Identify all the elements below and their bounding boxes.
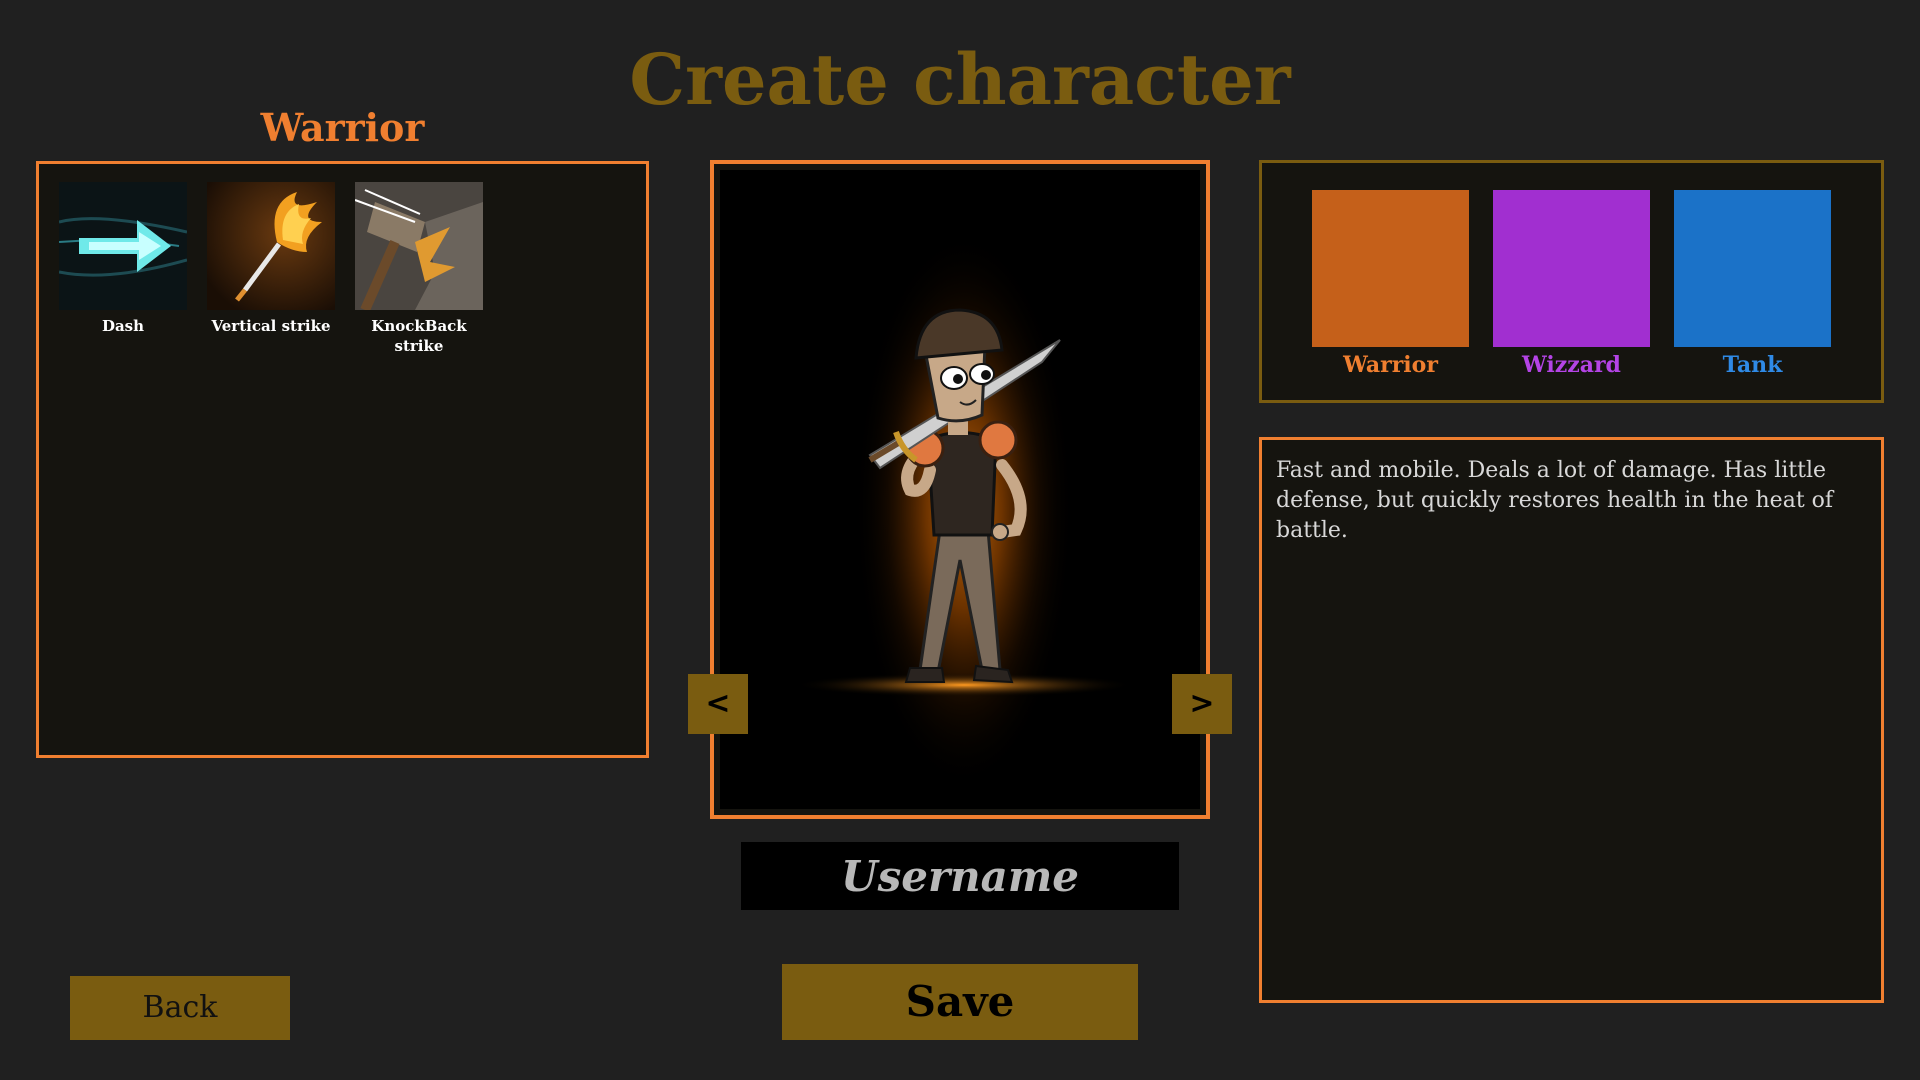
vertical-strike-icon <box>207 182 335 310</box>
class-option-wizzard[interactable]: Wizzard <box>1493 190 1650 379</box>
class-select-panel: Warrior Wizzard Tank <box>1259 160 1884 403</box>
skills-panel: Dash Vertical strike KnockBack strike <box>36 161 649 758</box>
save-button[interactable]: Save <box>782 964 1138 1040</box>
username-input[interactable] <box>741 842 1179 910</box>
class-option-warrior[interactable]: Warrior <box>1312 190 1469 379</box>
tank-swatch[interactable] <box>1674 190 1831 347</box>
warrior-character-image <box>794 230 1134 790</box>
back-button[interactable]: Back <box>70 976 290 1040</box>
class-label: Tank <box>1722 352 1783 378</box>
selected-class-heading: Warrior <box>260 105 425 150</box>
character-preview <box>720 170 1200 809</box>
dash-icon <box>59 182 187 310</box>
warrior-swatch[interactable] <box>1312 190 1469 347</box>
skill-knockback-strike[interactable]: KnockBack strike <box>355 182 483 356</box>
class-option-tank[interactable]: Tank <box>1674 190 1831 379</box>
class-label: Wizzard <box>1522 352 1621 378</box>
skill-label: Vertical strike <box>211 317 331 335</box>
character-preview-panel <box>710 160 1210 819</box>
wizzard-swatch[interactable] <box>1493 190 1650 347</box>
next-character-button[interactable]: > <box>1172 674 1232 734</box>
knockback-strike-icon <box>355 182 483 310</box>
skill-label: Dash <box>101 317 145 335</box>
skill-label: KnockBack strike <box>371 317 467 355</box>
class-label: Warrior <box>1343 352 1438 378</box>
class-description: Fast and mobile. Deals a lot of damage. … <box>1259 437 1884 1003</box>
skill-dash[interactable]: Dash <box>59 182 187 336</box>
skill-vertical-strike[interactable]: Vertical strike <box>207 182 335 336</box>
prev-character-button[interactable]: < <box>688 674 748 734</box>
